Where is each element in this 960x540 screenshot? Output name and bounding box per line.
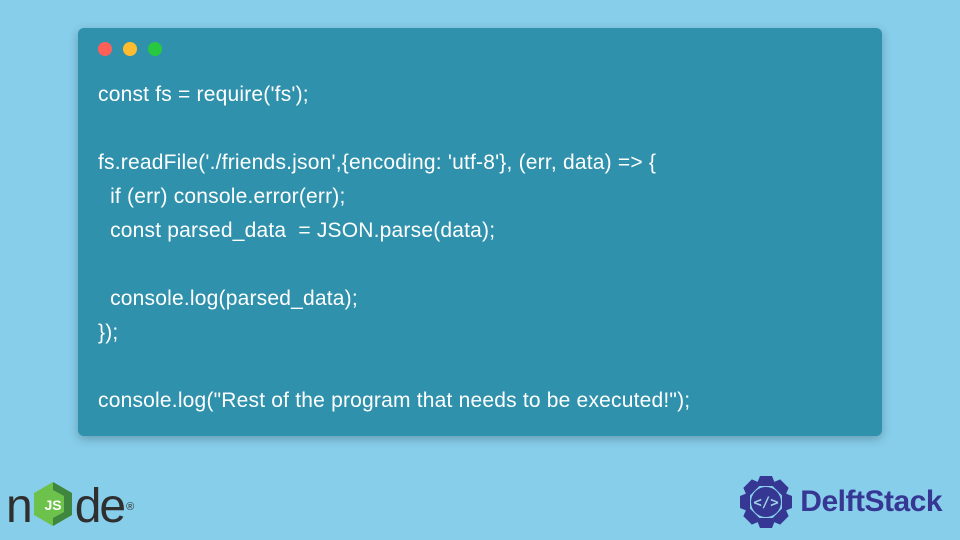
nodejs-logo: n JS de ®: [6, 479, 134, 534]
code-block: const fs = require('fs'); fs.readFile('.…: [78, 56, 882, 418]
svg-text:JS: JS: [44, 497, 61, 513]
code-line: });: [98, 321, 118, 344]
registered-trademark-icon: ®: [126, 501, 134, 513]
footer: n JS de ®: [0, 450, 960, 540]
nodejs-hexagon-icon: JS: [32, 480, 74, 533]
maximize-icon: [148, 42, 162, 56]
code-snippet-card: const fs = require('fs'); fs.readFile('.…: [78, 28, 882, 436]
code-line: console.log("Rest of the program that ne…: [98, 389, 690, 412]
window-traffic-lights: [78, 28, 882, 56]
delftstack-logo: </> DelftStack: [738, 474, 942, 530]
minimize-icon: [123, 42, 137, 56]
nodejs-logo-text-suffix: de: [75, 479, 124, 534]
code-line: fs.readFile('./friends.json',{encoding: …: [98, 151, 656, 174]
close-icon: [98, 42, 112, 56]
delftstack-badge-icon: </>: [738, 474, 794, 530]
code-line: const fs = require('fs');: [98, 83, 309, 106]
code-line: console.log(parsed_data);: [98, 287, 358, 310]
code-line: if (err) console.error(err);: [98, 185, 346, 208]
code-line: const parsed_data = JSON.parse(data);: [98, 219, 495, 242]
delftstack-logo-text: DelftStack: [800, 485, 942, 519]
svg-text:</>: </>: [754, 495, 779, 511]
nodejs-logo-text-prefix: n: [6, 479, 31, 534]
